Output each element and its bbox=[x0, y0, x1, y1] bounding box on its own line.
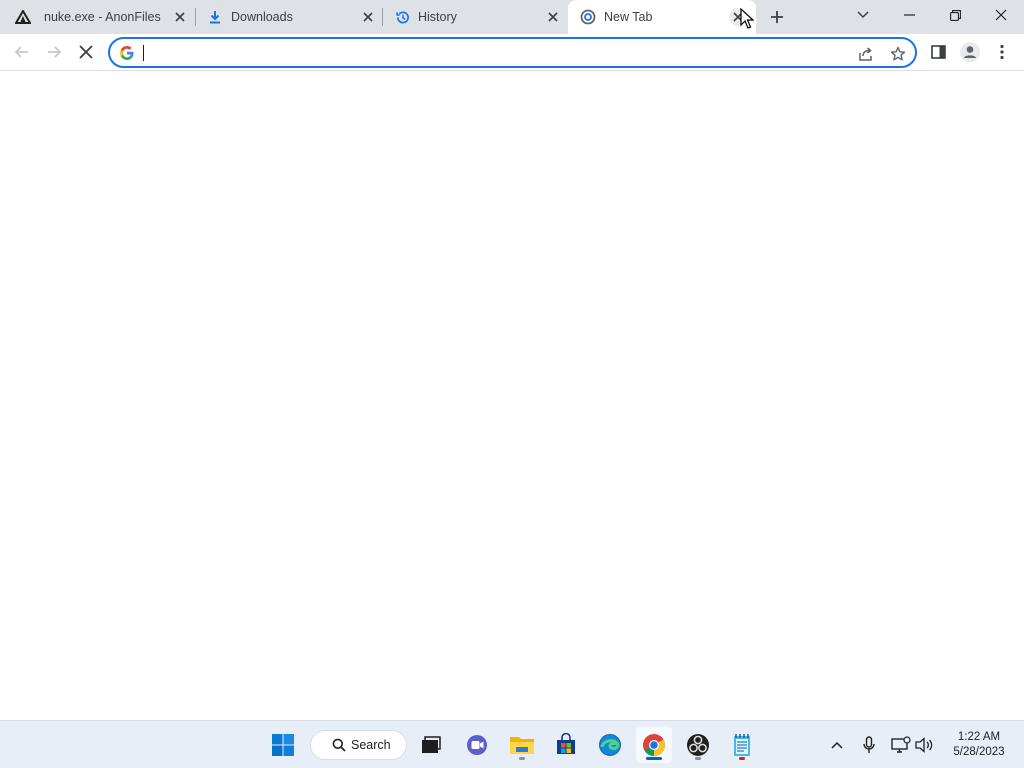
tab-new-tab[interactable]: New Tab bbox=[568, 0, 756, 34]
browser-toolbar bbox=[0, 34, 1024, 71]
share-icon bbox=[859, 47, 872, 61]
restore-button[interactable] bbox=[932, 0, 978, 30]
arrow-right-icon bbox=[48, 46, 62, 58]
profile-button[interactable] bbox=[956, 38, 984, 66]
history-icon bbox=[394, 9, 410, 25]
taskbar: Search 1:22 AM 5/28/2023 bbox=[0, 720, 1024, 768]
download-icon bbox=[207, 9, 223, 25]
menu-button[interactable] bbox=[988, 38, 1016, 66]
volume-icon[interactable] bbox=[914, 734, 936, 756]
task-view-icon[interactable] bbox=[413, 727, 449, 763]
clock-date: 5/28/2023 bbox=[953, 746, 1005, 758]
obs-icon[interactable] bbox=[680, 727, 716, 763]
anonfiles-icon bbox=[15, 9, 31, 25]
tab-strip: nuke.exe - AnonFiles Downloads History N… bbox=[0, 0, 1024, 34]
page-content bbox=[0, 71, 1024, 720]
share-button[interactable] bbox=[855, 43, 877, 65]
new-tab-button[interactable] bbox=[764, 5, 790, 29]
google-icon bbox=[120, 46, 134, 60]
search-label: Search bbox=[351, 738, 391, 752]
close-icon bbox=[995, 9, 1007, 21]
minimize-icon bbox=[903, 14, 915, 16]
close-icon bbox=[79, 45, 93, 59]
running-indicator bbox=[739, 757, 745, 760]
tab-anonfiles[interactable]: nuke.exe - AnonFiles bbox=[0, 0, 195, 34]
minimize-button[interactable] bbox=[886, 0, 932, 30]
tab-search-button[interactable] bbox=[840, 0, 886, 30]
address-bar[interactable] bbox=[108, 37, 917, 68]
edge-icon[interactable] bbox=[592, 727, 628, 763]
tab-downloads[interactable]: Downloads bbox=[195, 0, 382, 34]
windows-start-icon[interactable] bbox=[265, 727, 301, 763]
chrome-newtab-icon bbox=[580, 9, 596, 25]
taskbar-search-button[interactable]: Search bbox=[310, 730, 407, 760]
notepad-icon[interactable] bbox=[724, 727, 760, 763]
star-icon bbox=[890, 46, 906, 61]
text-caret bbox=[143, 45, 144, 61]
tab-close-icon[interactable] bbox=[359, 8, 377, 26]
clock-time: 1:22 AM bbox=[957, 731, 1001, 743]
tab-close-icon[interactable] bbox=[171, 8, 189, 26]
avatar-icon bbox=[960, 42, 980, 62]
restore-icon bbox=[949, 9, 961, 21]
bookmark-button[interactable] bbox=[887, 43, 909, 65]
running-indicator bbox=[695, 757, 701, 760]
chevron-down-icon bbox=[857, 11, 869, 19]
arrow-left-icon bbox=[14, 46, 28, 58]
plus-icon bbox=[771, 11, 783, 23]
active-indicator bbox=[646, 757, 662, 760]
side-panel-icon bbox=[930, 45, 946, 59]
tab-close-icon[interactable] bbox=[544, 8, 562, 26]
running-indicator bbox=[519, 757, 525, 760]
microsoft-store-icon[interactable] bbox=[548, 727, 584, 763]
tab-title: nuke.exe - AnonFiles bbox=[44, 10, 161, 24]
microphone-icon[interactable] bbox=[858, 734, 880, 756]
chevron-up-icon[interactable] bbox=[826, 734, 848, 756]
search-icon bbox=[332, 738, 346, 752]
tab-title: History bbox=[418, 10, 457, 24]
omnibox-input[interactable] bbox=[142, 43, 842, 63]
forward-button[interactable] bbox=[40, 38, 68, 66]
system-clock[interactable]: 1:22 AM 5/28/2023 bbox=[944, 730, 1014, 760]
back-button[interactable] bbox=[8, 38, 36, 66]
tab-history[interactable]: History bbox=[382, 0, 568, 34]
side-panel-button[interactable] bbox=[924, 38, 952, 66]
chrome-icon[interactable] bbox=[636, 727, 672, 763]
network-icon[interactable] bbox=[890, 734, 912, 756]
more-vert-icon bbox=[1000, 44, 1004, 60]
close-window-button[interactable] bbox=[978, 0, 1024, 30]
tab-title: Downloads bbox=[231, 10, 293, 24]
teams-chat-icon[interactable] bbox=[459, 727, 495, 763]
tab-title: New Tab bbox=[604, 10, 653, 24]
stop-loading-button[interactable] bbox=[72, 38, 100, 66]
mouse-cursor-icon bbox=[740, 7, 755, 35]
file-explorer-icon[interactable] bbox=[504, 727, 540, 763]
